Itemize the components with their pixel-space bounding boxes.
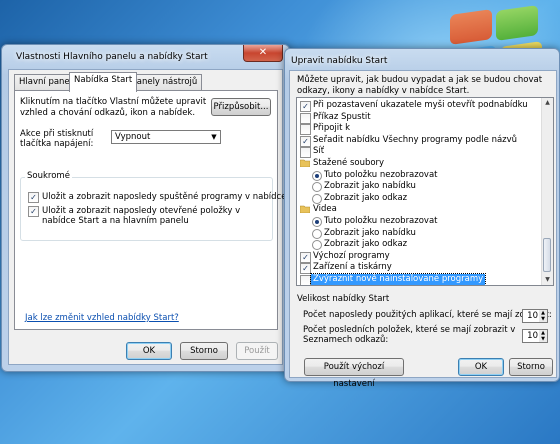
cancel-button[interactable]: Storno	[509, 358, 553, 376]
folder-icon	[300, 206, 310, 214]
defaults-button[interactable]: Použít výchozí nastavení	[304, 358, 404, 389]
recent-items-value: 10	[527, 331, 538, 341]
list-item-label: Síť	[313, 146, 325, 157]
radio-button[interactable]	[312, 170, 322, 181]
chevron-down-icon: ▼	[211, 133, 217, 141]
checkbox[interactable]: ✓	[300, 263, 311, 275]
checkbox[interactable]: ✓	[300, 251, 311, 263]
cancel-button[interactable]: Storno	[180, 342, 228, 360]
recent-programs-label: Počet naposledy použitých aplikací, kter…	[303, 310, 552, 320]
list-item-label: Připojit k	[313, 123, 351, 134]
radio-button[interactable]	[312, 182, 322, 193]
recent-programs-spinner[interactable]: 10 ▲ ▼	[522, 309, 548, 323]
list-item-label: Stažené soubory	[313, 158, 385, 168]
customize-button[interactable]: Přizpůsobit...	[211, 98, 271, 116]
checkbox[interactable]	[300, 147, 311, 159]
tab-start-menu[interactable]: Nabídka Start	[69, 72, 138, 92]
description-text: Můžete upravit, jak budou vypadat a jak …	[297, 75, 543, 96]
list-item-label: Zobrazit jako nabídku	[324, 181, 416, 192]
spin-down-icon[interactable]: ▼	[539, 316, 547, 322]
list-item-label: Zobrazit jako nabídku	[324, 227, 416, 238]
options-list[interactable]: ✓ Při pozastavení ukazatele myši otevřít …	[296, 97, 554, 286]
checkbox[interactable]: ✓	[300, 101, 311, 112]
list-item-label: Zařízení a tiskárny	[313, 262, 392, 273]
recent-items-label: Počet posledních položek, které se mají …	[303, 325, 516, 345]
tab-taskbar[interactable]: Hlavní panel	[14, 74, 78, 91]
folder-icon	[300, 159, 310, 167]
taskbar-properties-window: Vlastnosti Hlavního panelu a nabídky Sta…	[1, 44, 310, 372]
recent-items-spinner[interactable]: 10 ▲ ▼	[522, 329, 548, 343]
customize-start-menu-window: Upravit nabídku Start Můžete upravit, ja…	[284, 48, 560, 389]
privacy-checkbox-programs[interactable]: ✓	[28, 192, 39, 203]
window-client: Hlavní panel Nabídka Start Panely nástro…	[8, 69, 310, 365]
ok-button[interactable]: OK	[126, 342, 172, 360]
list-item-label: Výchozí programy	[313, 250, 390, 261]
privacy-label-items: Uložit a zobrazit naposledy otevřené pol…	[42, 206, 241, 226]
radio-button[interactable]	[312, 228, 322, 239]
privacy-label-programs: Uložit a zobrazit naposledy spuštěné pro…	[42, 192, 310, 202]
power-action-value: Vypnout	[115, 132, 151, 142]
checkbox[interactable]	[300, 124, 311, 136]
list-item-label: Při pozastavení ukazatele myši otevřít p…	[313, 100, 528, 110]
ok-button[interactable]: OK	[458, 358, 504, 376]
list-item-label: Příkaz Spustit	[313, 111, 371, 122]
tab-toolbars[interactable]: Panely nástrojů	[127, 74, 203, 91]
list-item-label: Zobrazit jako odkaz	[324, 192, 408, 203]
radio-button[interactable]	[312, 217, 322, 227]
spin-down-icon[interactable]: ▼	[539, 336, 547, 342]
tab-panel: Kliknutím na tlačítko Vlastní můžete upr…	[14, 90, 310, 330]
checkbox[interactable]	[300, 275, 311, 285]
radio-button[interactable]	[312, 240, 322, 251]
scroll-up-icon[interactable]: ▲	[542, 98, 553, 108]
description-text: Kliknutím na tlačítko Vlastní můžete upr…	[20, 97, 207, 118]
list-item-label: Zobrazit jako odkaz	[324, 239, 408, 250]
privacy-group-title: Soukromé	[25, 171, 72, 181]
list-item-label: Zvýraznit nově nainstalované programy	[309, 273, 487, 285]
power-action-label: Akce při stisknutí tlačítka napájení:	[20, 129, 94, 149]
list-scrollbar[interactable]: ▲ ▼	[541, 98, 553, 285]
list-item-label: Tuto položku nezobrazovat	[324, 169, 438, 180]
close-icon[interactable]: ✕	[243, 45, 283, 62]
scroll-down-icon[interactable]: ▼	[542, 275, 553, 285]
apply-button[interactable]: Použít	[236, 342, 278, 360]
privacy-checkbox-items[interactable]: ✓	[28, 206, 39, 217]
help-link[interactable]: Jak lze změnit vzhled nabídky Start?	[25, 313, 179, 323]
list-item-label: Seřadit nabídku Všechny programy podle n…	[313, 134, 518, 145]
radio-button[interactable]	[312, 193, 322, 204]
checkbox[interactable]	[300, 112, 311, 124]
checkbox[interactable]: ✓	[300, 135, 311, 147]
window-client: Můžete upravit, jak budou vypadat a jak …	[289, 70, 557, 389]
list-item-label: Videa	[313, 204, 337, 215]
size-group-title: Velikost nabídky Start	[297, 294, 390, 304]
scroll-thumb[interactable]	[543, 238, 551, 272]
power-action-dropdown[interactable]: Vypnout ▼	[111, 130, 221, 144]
list-item-label: Tuto položku nezobrazovat	[324, 216, 438, 226]
recent-programs-value: 10	[527, 311, 538, 321]
